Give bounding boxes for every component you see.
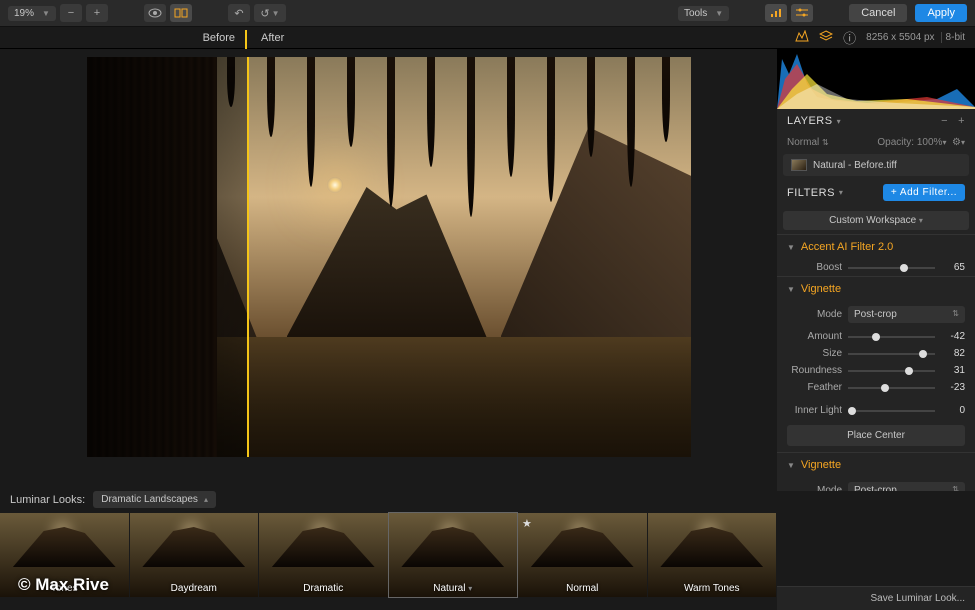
photo-preview	[87, 57, 691, 457]
tools-menu[interactable]: Tools▼	[678, 6, 729, 21]
blend-mode-select[interactable]: Normal ⇅	[787, 137, 829, 148]
vig1-round-slider[interactable]	[848, 370, 935, 372]
look-daydream[interactable]: Daydream	[130, 513, 259, 597]
look-warm-tones[interactable]: Warm Tones	[648, 513, 777, 597]
side-panel: LAYERS▾ −+ Normal ⇅ Opacity: 100%▾ ⚙▾ Na…	[777, 49, 975, 491]
histogram[interactable]	[777, 49, 975, 109]
watermark: © Max Rive	[18, 575, 109, 595]
zoom-in-button[interactable]: +	[86, 4, 108, 22]
top-toolbar: 19%▼ − + ↶ ↺▼ Tools▼ Cancel Apply	[0, 0, 975, 27]
vig1-amount-slider[interactable]	[848, 336, 935, 338]
layers-icon[interactable]	[819, 30, 833, 45]
apply-button[interactable]: Apply	[915, 4, 967, 22]
vig1-inner-slider[interactable]	[848, 410, 935, 412]
star-icon: ★	[522, 517, 532, 530]
image-info: 8256 x 5504 px8-bit	[866, 32, 965, 43]
layer-item[interactable]: Natural - Before.tiff	[783, 154, 969, 176]
filter-vignette-1[interactable]: ▼Vignette	[777, 277, 975, 301]
layer-gear-icon[interactable]: ⚙	[952, 137, 961, 148]
vig1-size-slider[interactable]	[848, 353, 935, 355]
cancel-button[interactable]: Cancel	[849, 4, 907, 22]
looks-bar: Luminar Looks: Dramatic Landscapes▴	[0, 487, 226, 512]
looks-strip: Tones Daydream Dramatic Natural ▾ ★Norma…	[0, 513, 777, 597]
image-canvas[interactable]	[0, 49, 777, 491]
zoom-out-button[interactable]: −	[60, 4, 82, 22]
compare-split-button[interactable]	[170, 4, 192, 22]
info-icon[interactable]: ⓘ	[843, 28, 856, 47]
look-dramatic[interactable]: Dramatic	[259, 513, 388, 597]
workspace-select[interactable]: Custom Workspace ▾	[783, 211, 969, 230]
undo-button[interactable]: ↶	[228, 4, 250, 22]
place-center-button[interactable]: Place Center	[787, 425, 965, 446]
preview-eye-button[interactable]	[144, 4, 166, 22]
looks-label: Luminar Looks:	[10, 494, 85, 506]
add-layer-icon[interactable]: +	[958, 115, 965, 127]
vig1-feather-slider[interactable]	[848, 387, 935, 389]
looks-category-select[interactable]: Dramatic Landscapes▴	[93, 491, 216, 508]
vignette2-mode-select[interactable]: Post-crop⇅	[848, 482, 965, 491]
filter-accent-ai[interactable]: ▼Accent AI Filter 2.0	[777, 235, 975, 259]
layer-thumbnail	[791, 159, 807, 171]
look-natural[interactable]: Natural ▾	[389, 513, 518, 597]
opacity-value[interactable]: 100%	[917, 137, 943, 148]
layer-name: Natural - Before.tiff	[813, 160, 897, 171]
compare-slider[interactable]	[247, 57, 249, 457]
compare-header: Before After ⓘ 8256 x 5504 px8-bit	[0, 27, 975, 49]
before-label: Before	[0, 32, 245, 44]
after-label: After	[245, 32, 284, 44]
adjust-panel-button[interactable]	[791, 4, 813, 22]
filter-vignette-2[interactable]: ▼Vignette	[777, 453, 975, 477]
layers-header[interactable]: LAYERS▾ −+	[777, 109, 975, 133]
zoom-select[interactable]: 19%▼	[8, 6, 56, 21]
looks-panel-button[interactable]	[765, 4, 787, 22]
vignette-mode-select[interactable]: Post-crop⇅	[848, 306, 965, 323]
add-filter-button[interactable]: + Add Filter...	[883, 184, 965, 201]
boost-slider[interactable]	[848, 267, 935, 269]
save-look-button[interactable]: Save Luminar Look...	[777, 586, 975, 610]
history-button[interactable]: ↺▼	[254, 4, 286, 22]
look-normal[interactable]: ★Normal	[518, 513, 647, 597]
filters-header[interactable]: FILTERS▾ + Add Filter...	[777, 178, 975, 207]
collapse-layers-icon[interactable]: −	[941, 115, 948, 127]
histogram-icon[interactable]	[795, 30, 809, 45]
chevron-down-icon: ▼	[42, 9, 50, 18]
